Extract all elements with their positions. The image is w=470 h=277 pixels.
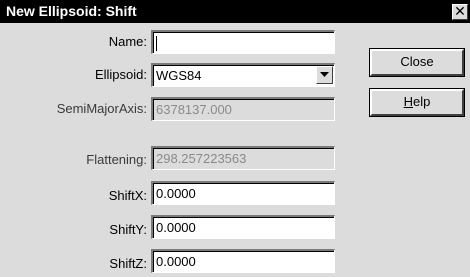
shift-z-input[interactable]: 0.0000: [151, 249, 335, 273]
title-bar[interactable]: New Ellipsoid: Shift ✕: [0, 0, 470, 23]
chevron-down-icon: [320, 72, 329, 77]
semi-major-axis-field: 6378137.000: [151, 97, 335, 121]
shift-z-label: ShiftZ:: [109, 256, 147, 271]
help-label-rest: elp: [413, 94, 431, 109]
close-icon[interactable]: ✕: [452, 4, 468, 20]
shift-y-label: ShiftY:: [109, 222, 147, 237]
close-button[interactable]: Close: [369, 48, 465, 77]
help-button[interactable]: Help: [369, 88, 465, 117]
flattening-label: Flattening:: [86, 152, 147, 167]
shift-y-input[interactable]: 0.0000: [151, 215, 335, 239]
ellipsoid-selected-value: WGS84: [156, 68, 202, 83]
ellipsoid-select[interactable]: WGS84: [151, 63, 335, 87]
help-mnemonic: H: [403, 94, 414, 109]
shift-x-label: ShiftX:: [108, 188, 147, 203]
flattening-field: 298.257223563: [151, 146, 335, 170]
shift-x-input[interactable]: 0.0000: [151, 181, 335, 205]
ellipsoid-dropdown-button[interactable]: [316, 66, 333, 84]
window-title: New Ellipsoid: Shift: [6, 3, 137, 19]
name-input[interactable]: [151, 30, 335, 54]
new-ellipsoid-dialog: New Ellipsoid: Shift ✕ Name: Ellipsoid: …: [0, 0, 470, 277]
name-label: Name:: [108, 34, 147, 49]
ellipsoid-label: Ellipsoid:: [94, 67, 147, 82]
text-cursor: [156, 36, 157, 52]
semi-major-axis-label: SemiMajorAxis:: [56, 101, 147, 116]
